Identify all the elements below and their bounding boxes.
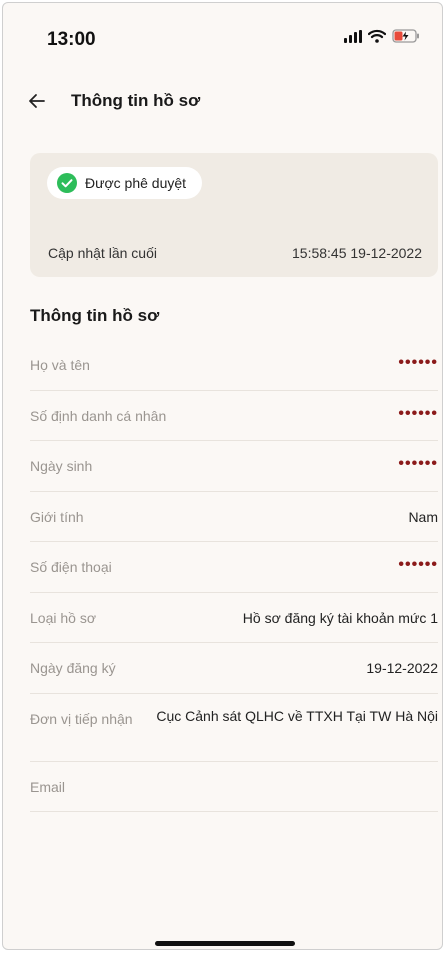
section-title: Thông tin hồ sơ — [30, 306, 160, 325]
info-row-id-number: Số định danh cá nhân •••••• — [30, 391, 438, 441]
row-value: Cục Cảnh sát QLHC về TTXH Tại TW Hà Nội — [156, 707, 438, 724]
status-time: 13:00 — [47, 29, 96, 50]
row-value: 19-12-2022 — [366, 660, 438, 676]
back-arrow-icon[interactable] — [25, 89, 49, 113]
row-value: Nam — [408, 508, 438, 525]
info-row-registration-date: Ngày đăng ký 19-12-2022 — [30, 643, 438, 694]
row-value: •••••• — [398, 354, 438, 371]
header: Thông tin hồ sơ — [3, 81, 442, 123]
info-row-profile-type: Loại hồ sơ Hồ sơ đăng ký tài khoản mức 1 — [30, 593, 438, 643]
battery-charging-icon — [392, 29, 420, 43]
info-row-phone: Số điện thoại •••••• — [30, 542, 438, 593]
check-circle-icon — [57, 173, 77, 193]
status-bar: 13:00 — [3, 3, 442, 69]
home-indicator[interactable] — [155, 941, 295, 946]
info-row-full-name: Họ và tên •••••• — [30, 340, 438, 391]
row-label: Họ và tên — [30, 357, 90, 373]
wifi-icon — [368, 29, 386, 43]
row-label: Loại hồ sơ — [30, 609, 97, 626]
row-label: Đơn vị tiếp nhận — [30, 710, 133, 727]
last-updated-value: 15:58:45 19-12-2022 — [292, 245, 422, 261]
status-badge: Được phê duyệt — [47, 167, 203, 199]
info-row-email: Email — [30, 762, 438, 812]
row-value: •••••• — [398, 404, 438, 422]
info-row-receiving-unit: Đơn vị tiếp nhận Cục Cảnh sát QLHC về TT… — [30, 694, 438, 762]
row-label: Email — [30, 778, 66, 795]
signal-icon — [344, 29, 362, 43]
last-updated-label: Cập nhật lần cuối — [48, 245, 157, 261]
app-screen: 13:00 Thông tin hồ sơ Được phê duyệt Cập… — [2, 2, 443, 950]
info-row-date-of-birth: Ngày sinh •••••• — [30, 441, 438, 492]
row-label: Ngày đăng ký — [30, 660, 116, 676]
row-value: •••••• — [398, 556, 438, 573]
row-label: Số định danh cá nhân — [30, 407, 167, 424]
info-row-gender: Giới tính Nam — [30, 492, 438, 542]
status-card: Được phê duyệt Cập nhật lần cuối 15:58:4… — [30, 153, 438, 277]
status-icons — [344, 29, 420, 43]
status-label: Được phê duyệt — [85, 175, 187, 191]
row-value: Hồ sơ đăng ký tài khoản mức 1 — [242, 609, 438, 626]
row-value: •••••• — [398, 455, 438, 472]
profile-info-list: Họ và tên •••••• Số định danh cá nhân ••… — [30, 340, 438, 812]
row-label: Giới tính — [30, 508, 84, 525]
row-label: Số điện thoại — [30, 559, 112, 575]
page-title: Thông tin hồ sơ — [71, 91, 201, 110]
row-label: Ngày sinh — [30, 458, 93, 474]
